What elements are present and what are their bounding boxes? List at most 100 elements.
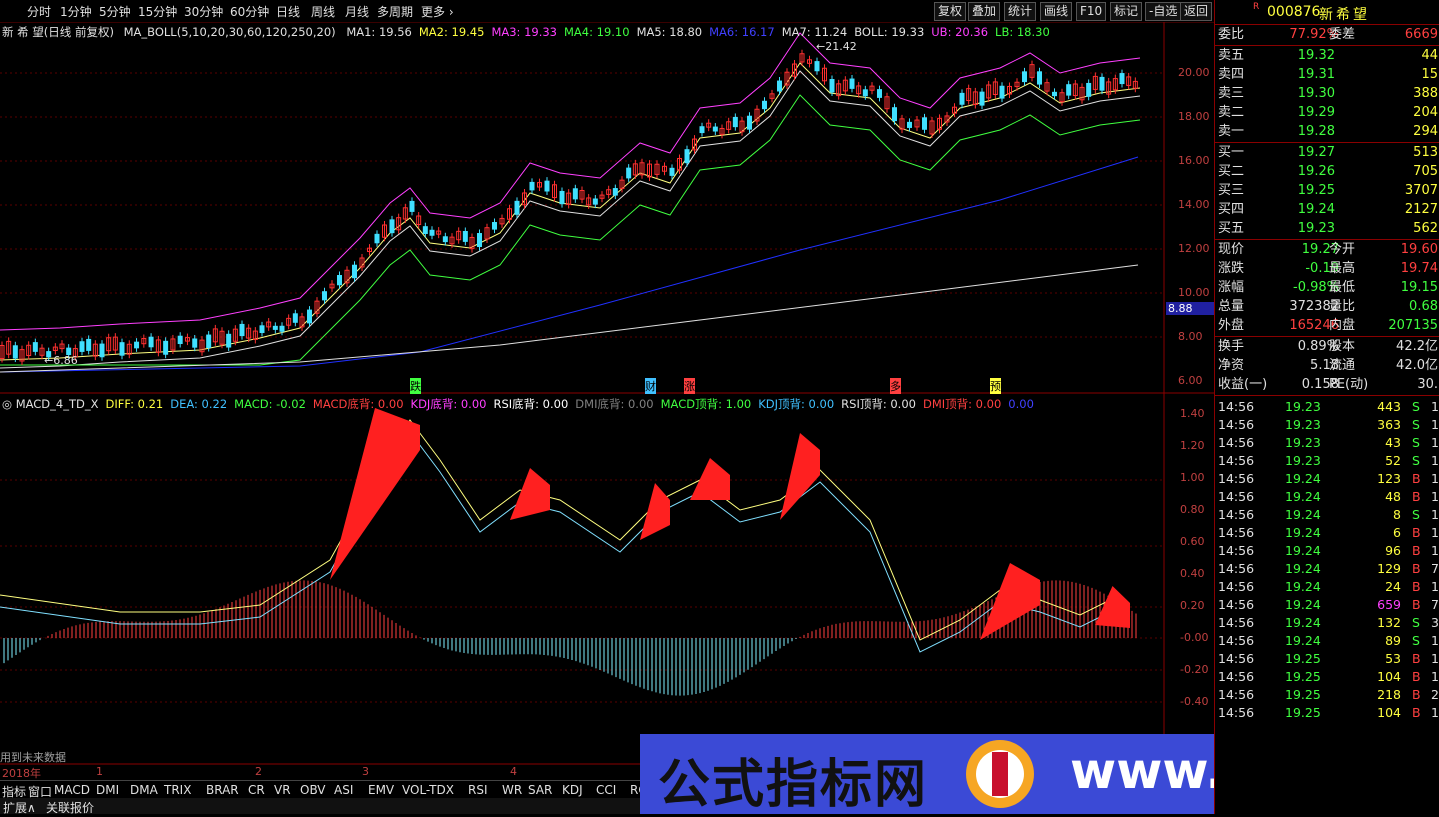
bid-row-1[interactable]: 买二 19.26 705 bbox=[1215, 162, 1439, 181]
row-label-2: 流通 bbox=[1329, 358, 1356, 373]
bid-row-0[interactable]: 买一 19.27 513 bbox=[1215, 143, 1439, 162]
indicator-tab-11[interactable]: EMV bbox=[368, 783, 394, 797]
indicator-tab-12[interactable]: VOL-TDX bbox=[402, 783, 454, 797]
event-mark-4[interactable]: 预 bbox=[990, 378, 1001, 394]
related-quotes-tab[interactable]: 关联报价 bbox=[46, 799, 94, 816]
tick-row: 14:56 19.24 24 B 1 bbox=[1215, 578, 1439, 596]
stat-row-1[interactable]: 涨跌 -0.19 最高 19.74 bbox=[1215, 259, 1439, 278]
row-label: 卖四 bbox=[1218, 67, 1245, 82]
macd-tick--0.20: -0.20 bbox=[1180, 663, 1209, 676]
stat-row-2[interactable]: 涨幅 -0.98% 最低 19.15 bbox=[1215, 278, 1439, 297]
candle bbox=[1066, 84, 1072, 96]
stock-title: 新希望 bbox=[1319, 7, 1370, 23]
kline-chart[interactable] bbox=[0, 0, 1214, 780]
tick-volume: 89 bbox=[1385, 633, 1401, 648]
tick-price: 19.24 bbox=[1285, 597, 1321, 612]
candle bbox=[514, 200, 520, 215]
tick-side: B bbox=[1412, 597, 1421, 612]
row-value: 19.25 bbox=[1297, 183, 1335, 198]
ask-row-2[interactable]: 卖三 19.30 388 bbox=[1215, 84, 1439, 103]
indicator-name[interactable]: MA_BOLL(5,10,20,30,60,120,250,20) bbox=[124, 25, 336, 39]
row-label: 总量 bbox=[1218, 299, 1245, 314]
tick-count: 15 bbox=[1431, 471, 1439, 486]
tick-price: 19.23 bbox=[1285, 417, 1321, 432]
macd-value-4: KDJ底背: 0.00 bbox=[410, 397, 487, 411]
row-label: 委比 bbox=[1218, 27, 1245, 42]
stat2-row-2[interactable]: 收益(一) 0.158 PE(动) 30. bbox=[1215, 375, 1439, 394]
candle bbox=[99, 343, 105, 358]
weibi-row[interactable]: 委比 77.92% 委差 6669 bbox=[1215, 25, 1439, 44]
row-value: 19.27 bbox=[1297, 145, 1335, 160]
tick-volume: 218 bbox=[1377, 687, 1401, 702]
candle bbox=[307, 309, 312, 324]
bid-row-4[interactable]: 买五 19.23 562 bbox=[1215, 219, 1439, 238]
indicator-tab-10[interactable]: ASI bbox=[334, 783, 353, 797]
tick-count: 1 bbox=[1431, 453, 1439, 468]
indicator-tab-2[interactable]: MACD bbox=[54, 783, 90, 797]
candle bbox=[1119, 73, 1125, 85]
ask-row-0[interactable]: 卖五 19.32 44 bbox=[1215, 46, 1439, 65]
tick-volume: 104 bbox=[1377, 705, 1401, 720]
tick-side: S bbox=[1412, 453, 1420, 468]
candle bbox=[374, 233, 380, 244]
stat2-row-0[interactable]: 换手 0.89% 股本 42.2亿 bbox=[1215, 337, 1439, 356]
ask-row-3[interactable]: 卖二 19.29 204 bbox=[1215, 103, 1439, 122]
row-label-2: 内盘 bbox=[1329, 318, 1356, 333]
indicator-tab-6[interactable]: BRAR bbox=[206, 783, 239, 797]
event-mark-3[interactable]: 多 bbox=[890, 378, 901, 394]
tick-count: 1 bbox=[1431, 525, 1439, 540]
candle bbox=[389, 219, 395, 234]
tick-price: 19.24 bbox=[1285, 561, 1321, 576]
indicator-tab-14[interactable]: WR bbox=[502, 783, 522, 797]
banner-logo-icon bbox=[966, 740, 1034, 808]
expand-tab[interactable]: 扩展∧ bbox=[3, 799, 36, 816]
event-mark-1[interactable]: 财 bbox=[645, 378, 656, 394]
stat2-row-1[interactable]: 净资 5.18 流通 42.0亿 bbox=[1215, 356, 1439, 375]
candle bbox=[626, 167, 632, 179]
row-value-2: 15 bbox=[1421, 67, 1438, 82]
tick-row: 14:56 19.23 443 S 1 bbox=[1215, 398, 1439, 416]
candle bbox=[862, 89, 868, 97]
tick-row: 14:56 19.24 8S 11 bbox=[1215, 506, 1439, 524]
indicator-tab-15[interactable]: SAR bbox=[528, 783, 552, 797]
tick-time: 14:56 bbox=[1218, 597, 1255, 612]
bid-row-3[interactable]: 买四 19.24 2127 bbox=[1215, 200, 1439, 219]
indicator-tab-16[interactable]: KDJ bbox=[562, 783, 583, 797]
tick-side: B bbox=[1412, 471, 1421, 486]
tick-count: 2 bbox=[1431, 687, 1439, 702]
macd-tick-0.80: 0.80 bbox=[1180, 503, 1205, 516]
tick-price: 19.24 bbox=[1285, 471, 1321, 486]
indicator-tab-9[interactable]: OBV bbox=[300, 783, 326, 797]
tick-row: 14:56 19.23 43 S 1 bbox=[1215, 434, 1439, 452]
candle bbox=[272, 325, 278, 330]
macd-name[interactable]: ◎ MACD_4_TD_X bbox=[2, 397, 99, 411]
tick-volume: 24 bbox=[1385, 579, 1401, 594]
indicator-tab-13[interactable]: RSI bbox=[468, 783, 488, 797]
row-label: 卖二 bbox=[1218, 105, 1245, 120]
candle bbox=[814, 61, 820, 72]
event-mark-0[interactable]: 跌 bbox=[410, 378, 421, 394]
indicator-tab-7[interactable]: CR bbox=[248, 783, 265, 797]
event-mark-2[interactable]: 涨 bbox=[684, 378, 695, 394]
candle bbox=[849, 78, 855, 89]
tick-time: 14:56 bbox=[1218, 615, 1255, 630]
row-value-2: 42.0亿 bbox=[1396, 358, 1438, 373]
tick-row: 14:56 19.25 218 B 2 bbox=[1215, 686, 1439, 704]
ask-row-1[interactable]: 卖四 19.31 15 bbox=[1215, 65, 1439, 84]
stat-row-0[interactable]: 现价 19.27 今开 19.60 bbox=[1215, 240, 1439, 259]
indicator-tab-4[interactable]: DMA bbox=[130, 783, 158, 797]
ask-row-4[interactable]: 卖一 19.28 294 bbox=[1215, 122, 1439, 141]
indicator-tab-8[interactable]: VR bbox=[274, 783, 291, 797]
indicator-tab-17[interactable]: CCI bbox=[596, 783, 616, 797]
tick-side: S bbox=[1412, 633, 1420, 648]
tick-volume: 52 bbox=[1385, 453, 1401, 468]
stat-row-4[interactable]: 外盘 165246 内盘 207135 bbox=[1215, 316, 1439, 335]
stat-row-3[interactable]: 总量 372382 量比 0.68 bbox=[1215, 297, 1439, 316]
row-value-2: 204 bbox=[1413, 105, 1438, 120]
tick-row: 14:56 19.24 96 B 1 bbox=[1215, 542, 1439, 560]
bid-row-2[interactable]: 买三 19.25 3707 bbox=[1215, 181, 1439, 200]
indicator-tab-5[interactable]: TRIX bbox=[164, 783, 191, 797]
indicator-tab-3[interactable]: DMI bbox=[96, 783, 119, 797]
tick-price: 19.23 bbox=[1285, 399, 1321, 414]
row-label: 净资 bbox=[1218, 358, 1245, 373]
